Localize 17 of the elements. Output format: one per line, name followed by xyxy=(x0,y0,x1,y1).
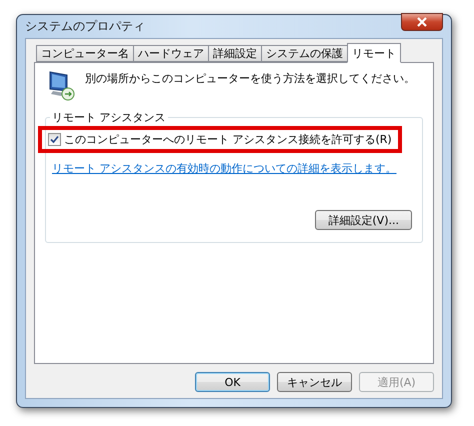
advanced-button[interactable]: 詳細設定(V)... xyxy=(315,210,412,230)
instruction-text: 別の場所からこのコンピューターを使う方法を選択してください。 xyxy=(85,71,415,86)
close-button[interactable] xyxy=(401,12,443,30)
dialog-button[interactable]: OK xyxy=(195,372,270,392)
tab[interactable]: 詳細設定 xyxy=(208,45,261,62)
computer-icon xyxy=(47,69,77,101)
checkbox[interactable] xyxy=(48,133,61,146)
dialog-button[interactable]: キャンセル xyxy=(277,372,352,392)
tab[interactable]: リモート xyxy=(347,43,401,63)
tab[interactable]: ハードウェア xyxy=(133,45,208,62)
window-title: システムのプロパティ xyxy=(25,18,145,35)
group-legend: リモート アシスタンス xyxy=(50,110,168,125)
tab[interactable]: コンピューター名 xyxy=(36,45,133,62)
tab[interactable]: システムの保護 xyxy=(261,45,347,62)
allow-checkbox[interactable]: このコンピューターへのリモート アシスタンス接続を許可する(R) xyxy=(48,132,392,147)
close-icon xyxy=(416,16,428,26)
details-link[interactable]: リモート アシスタンスの有効時の動作についての詳細を表示します。 xyxy=(52,161,422,176)
